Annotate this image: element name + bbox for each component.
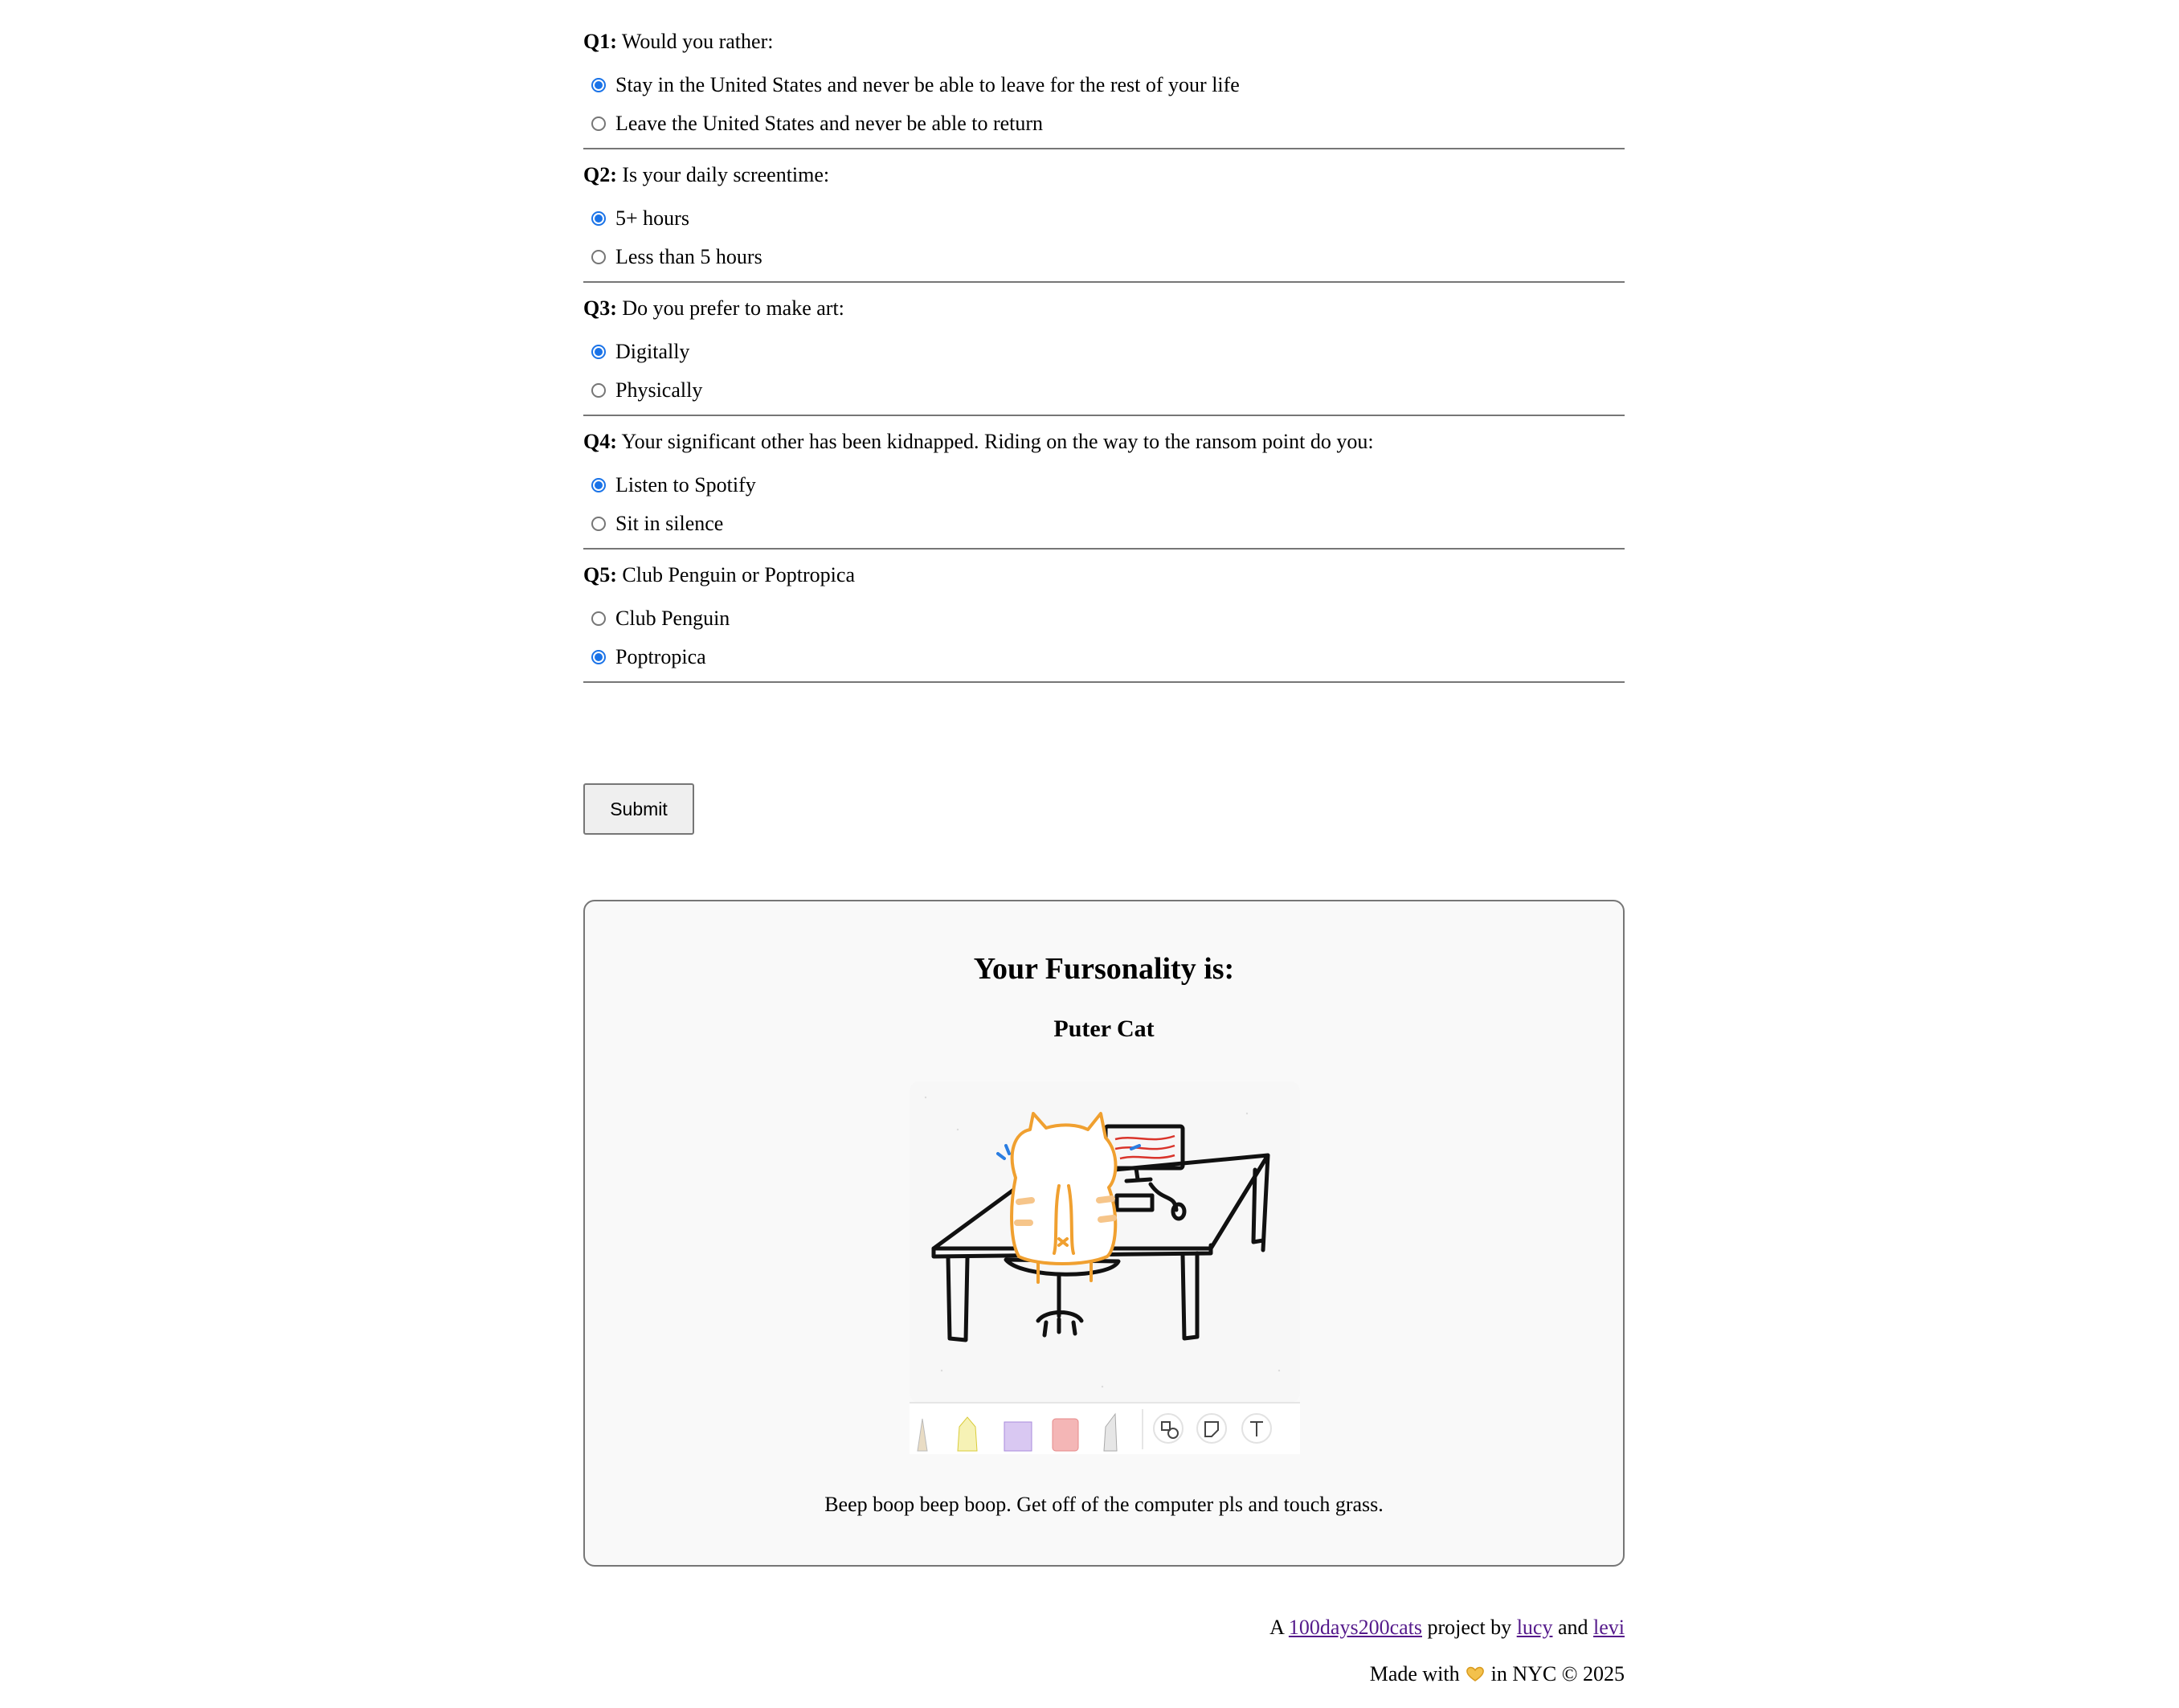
- answer-option[interactable]: Physically: [583, 371, 1625, 410]
- result-card: Your Fursonality is: Puter Cat Beep boop…: [583, 900, 1625, 1567]
- footer-made-with: Made with in NYC © 2025: [583, 1661, 1625, 1687]
- answer-label: Listen to Spotify: [615, 473, 756, 496]
- question-prompt: Would you rather:: [621, 30, 774, 53]
- question-5: Q5: Club Penguin or Poptropica Club Pengu…: [583, 556, 1625, 683]
- answer-label: Physically: [615, 378, 703, 402]
- answer-label: 5+ hours: [615, 206, 689, 230]
- radio-button[interactable]: [591, 517, 606, 531]
- question-number: Q1:: [583, 30, 617, 53]
- footer-credits: A 100days200cats project by lucy and lev…: [583, 1615, 1625, 1641]
- question-4: Q4: Your significant other has been kidn…: [583, 423, 1625, 550]
- answer-label: Poptropica: [615, 645, 706, 668]
- author-link-levi[interactable]: levi: [1593, 1616, 1625, 1639]
- answer-label: Leave the United States and never be abl…: [615, 112, 1044, 135]
- question-prompt: Is your daily screentime:: [622, 163, 830, 186]
- answer-option[interactable]: Leave the United States and never be abl…: [583, 104, 1625, 143]
- made-suffix-text: in NYC © 2025: [1490, 1662, 1625, 1686]
- answer-option[interactable]: Sit in silence: [583, 505, 1625, 543]
- question-text: Q4: Your significant other has been kidn…: [583, 423, 1625, 455]
- answer-option[interactable]: Less than 5 hours: [583, 238, 1625, 276]
- question-3: Q3: Do you prefer to make art: Digitally P…: [583, 289, 1625, 416]
- answer-label: Digitally: [615, 340, 690, 363]
- submit-button[interactable]: Submit: [583, 783, 694, 835]
- answer-label: Club Penguin: [615, 607, 730, 630]
- project-link[interactable]: 100days200cats: [1289, 1616, 1422, 1639]
- question-prompt: Club Penguin or Poptropica: [622, 563, 855, 586]
- radio-button[interactable]: [591, 250, 606, 264]
- answer-option[interactable]: Poptropica: [583, 638, 1625, 676]
- radio-button[interactable]: [591, 211, 606, 226]
- answer-option[interactable]: 5+ hours: [583, 199, 1625, 238]
- footer-prefix: A: [1269, 1616, 1284, 1639]
- radio-button[interactable]: [591, 611, 606, 626]
- heart-hands-icon: [1466, 1666, 1484, 1681]
- question-number: Q5:: [583, 563, 617, 586]
- footer-by-text: project by: [1427, 1616, 1512, 1639]
- made-with-text: Made with: [1369, 1662, 1460, 1686]
- question-prompt: Do you prefer to make art:: [622, 296, 844, 320]
- radio-button[interactable]: [591, 650, 606, 664]
- footer-and-text: and: [1557, 1616, 1588, 1639]
- question-2: Q2: Is your daily screentime: 5+ hours Les…: [583, 156, 1625, 283]
- cat-at-computer-image: [910, 1081, 1300, 1454]
- answer-option[interactable]: Listen to Spotify: [583, 466, 1625, 505]
- radio-button[interactable]: [591, 478, 606, 492]
- radio-button[interactable]: [591, 383, 606, 398]
- question-number: Q2:: [583, 163, 617, 186]
- answer-label: Sit in silence: [615, 512, 724, 535]
- answer-label: Stay in the United States and never be a…: [615, 73, 1240, 96]
- question-number: Q4:: [583, 430, 617, 453]
- answer-option[interactable]: Club Penguin: [583, 599, 1625, 638]
- radio-button[interactable]: [591, 116, 606, 131]
- answer-option[interactable]: Stay in the United States and never be a…: [583, 66, 1625, 104]
- answer-option[interactable]: Digitally: [583, 333, 1625, 371]
- answer-label: Less than 5 hours: [615, 245, 762, 268]
- question-text: Q1: Would you rather:: [583, 22, 1625, 55]
- radio-button[interactable]: [591, 78, 606, 92]
- radio-button[interactable]: [591, 345, 606, 359]
- question-text: Q5: Club Penguin or Poptropica: [583, 556, 1625, 588]
- question-prompt: Your significant other has been kidnappe…: [621, 430, 1374, 453]
- author-link-lucy[interactable]: lucy: [1517, 1616, 1553, 1639]
- question-text: Q3: Do you prefer to make art:: [583, 289, 1625, 321]
- footer: A 100days200cats project by lucy and lev…: [583, 1615, 1625, 1708]
- result-heading: Your Fursonality is:: [973, 952, 1235, 986]
- fursonality-name: Puter Cat: [1053, 1015, 1155, 1042]
- question-number: Q3:: [583, 296, 617, 320]
- fursonality-description: Beep boop beep boop. Get off of the comp…: [824, 1493, 1384, 1516]
- question-1: Q1: Would you rather: Stay in the United …: [583, 22, 1625, 149]
- question-text: Q2: Is your daily screentime:: [583, 156, 1625, 188]
- quiz-form: Q1: Would you rather: Stay in the United …: [583, 16, 1625, 683]
